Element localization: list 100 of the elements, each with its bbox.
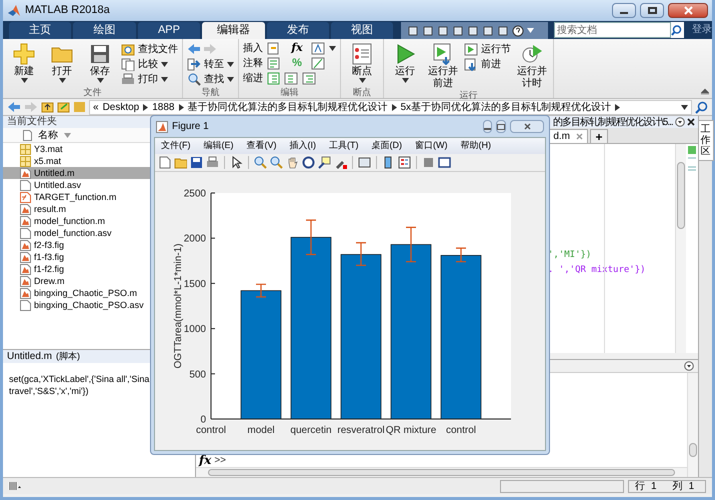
ribbon-button[interactable]: 比较 [121,57,178,71]
ribbon-button[interactable]: 转至 [187,57,234,71]
caret-icon[interactable] [20,78,28,83]
maximize-button[interactable] [640,3,664,18]
function-symbol[interactable]: fx [287,40,307,57]
scrollbar[interactable] [196,467,687,477]
ribbon-button[interactable]: 断点 [345,42,379,83]
ribbon-button[interactable]: 注释 [243,56,263,71]
file-row[interactable]: bingxing_Chaotic_PSO.asv [3,299,150,311]
file-row[interactable]: x5.mat [3,155,150,167]
file-row[interactable]: Drew.m [3,275,150,287]
search-icon[interactable] [671,24,682,36]
file-row[interactable]: f2-f3.fig [3,239,150,251]
menu-item[interactable]: 窗口(W) [415,139,448,153]
search-field[interactable]: 搜索文档 [554,22,672,38]
grip-icon[interactable] [9,482,21,490]
menu-item[interactable]: 文件(F) [161,139,190,153]
add-tab-button[interactable]: + [590,129,608,143]
ribbon-tab[interactable]: 视图 [330,22,394,39]
menu-item[interactable]: 编辑(E) [204,139,234,153]
up-folder-icon[interactable] [41,101,54,113]
caret-icon[interactable] [161,62,168,66]
path-field[interactable]: « Desktop 1888 基于协同优化算法的多目标轧制规程优化设计 5x基于协同优化算法的多目标轧制规程优化设计 [89,100,692,114]
zoom-in-icon[interactable] [254,156,267,169]
ribbon-tab[interactable]: 编辑器 [202,22,265,39]
file-row[interactable]: Y3.mat [3,143,150,155]
ribbon-tab[interactable]: 发布 [266,22,329,39]
caret-icon[interactable] [161,76,168,82]
menu-item[interactable]: 桌面(D) [372,139,402,153]
ribbon-tab[interactable]: 主页 [9,22,72,39]
caret-icon[interactable] [227,76,234,82]
panel-menu-icon[interactable] [684,361,694,371]
ribbon-button[interactable]: 查找 [187,72,234,86]
minimize-button[interactable] [612,3,636,18]
ribbon-button[interactable]: 运行 [388,42,422,83]
rotate-icon[interactable] [302,156,315,169]
close-button[interactable] [510,120,544,133]
file-row[interactable]: model_function.m [3,215,150,227]
column-header[interactable]: 名称 [3,128,150,143]
file-row[interactable]: model_function.asv [3,227,150,239]
overflow-mark[interactable]: « [93,100,99,114]
file-row[interactable]: f1-f2.fig [3,263,150,275]
back-arrow-icon[interactable] [187,43,201,55]
scrollbar[interactable] [687,373,698,477]
ribbon-tab[interactable]: 绘图 [73,22,136,39]
data-cursor-icon[interactable] [318,156,331,169]
collapse-ribbon-icon[interactable] [701,88,709,95]
file-row[interactable]: TARGET_function.m [3,191,150,203]
path-segment[interactable]: 基于协同优化算法的多目标轧制规程优化设计 [188,100,388,114]
ribbon-button[interactable]: 新建 [7,42,41,83]
panel-menu-icon[interactable] [674,117,685,127]
caret-icon[interactable] [227,62,234,66]
scrollbar[interactable] [675,144,686,353]
ribbon-button[interactable]: 打开 [45,42,79,83]
workspace-tab[interactable]: 工作区 [698,120,714,161]
close-icon[interactable] [686,118,695,126]
file-row[interactable]: Untitled.asv [3,179,150,191]
maximize-button[interactable] [496,120,506,133]
ribbon-button[interactable]: 保存 [83,42,117,83]
help-icon[interactable] [512,24,524,36]
ribbon-button[interactable]: 查找文件 [121,42,178,56]
pointer-icon[interactable] [230,156,243,169]
new-file-icon[interactable] [158,156,171,169]
ribbon-button[interactable]: 运行并计时 [515,42,549,90]
caret-icon[interactable] [358,78,366,83]
hand-icon[interactable] [286,156,299,169]
menu-item[interactable]: 插入(I) [290,139,316,153]
ribbon-button[interactable]: 运行节 [464,42,511,56]
legend-icon[interactable] [398,156,411,169]
back-arrow-icon[interactable] [7,101,21,113]
caret-icon[interactable] [329,46,336,51]
file-row[interactable]: bingxing_Chaotic_PSO.m [3,287,150,299]
function-browser-icon[interactable]: fx [199,451,212,469]
caret-icon[interactable] [58,78,66,83]
ribbon-button[interactable]: 打印 [121,72,178,86]
caret-icon[interactable] [96,78,104,83]
file-row[interactable]: result.m [3,203,150,215]
ribbon-button[interactable]: 前进 [464,57,511,71]
minimize-button[interactable] [483,120,492,133]
caret-icon[interactable] [402,78,408,83]
zoom-out-icon[interactable] [270,156,283,169]
path-segment[interactable]: 5x基于协同优化算法的多目标轧制规程优化设计 [400,100,612,114]
editor-tab[interactable]: d.m [548,129,588,143]
menu-item[interactable]: 工具(T) [329,139,358,153]
sign-in-link[interactable]: 登录 [692,22,712,37]
file-row[interactable]: Untitled.m [3,167,150,179]
search-icon[interactable] [695,100,708,114]
panel-icon[interactable] [438,156,451,169]
print-icon[interactable] [206,156,219,169]
link-plot-icon[interactable] [358,156,371,169]
ribbon-button[interactable]: 插入 [243,41,263,56]
menu-item[interactable]: 查看(V) [246,139,276,153]
file-row[interactable]: f1-f3.fig [3,251,150,263]
path-segment[interactable]: 1888 [152,100,174,114]
caret-icon[interactable] [681,104,688,110]
path-segment[interactable]: Desktop [102,100,140,114]
ribbon-button[interactable]: 运行并前进 [426,42,460,90]
ribbon-button[interactable]: 缩进 [243,71,263,86]
ribbon-tab[interactable]: APP [138,22,200,39]
menu-item[interactable]: 帮助(H) [460,139,491,153]
